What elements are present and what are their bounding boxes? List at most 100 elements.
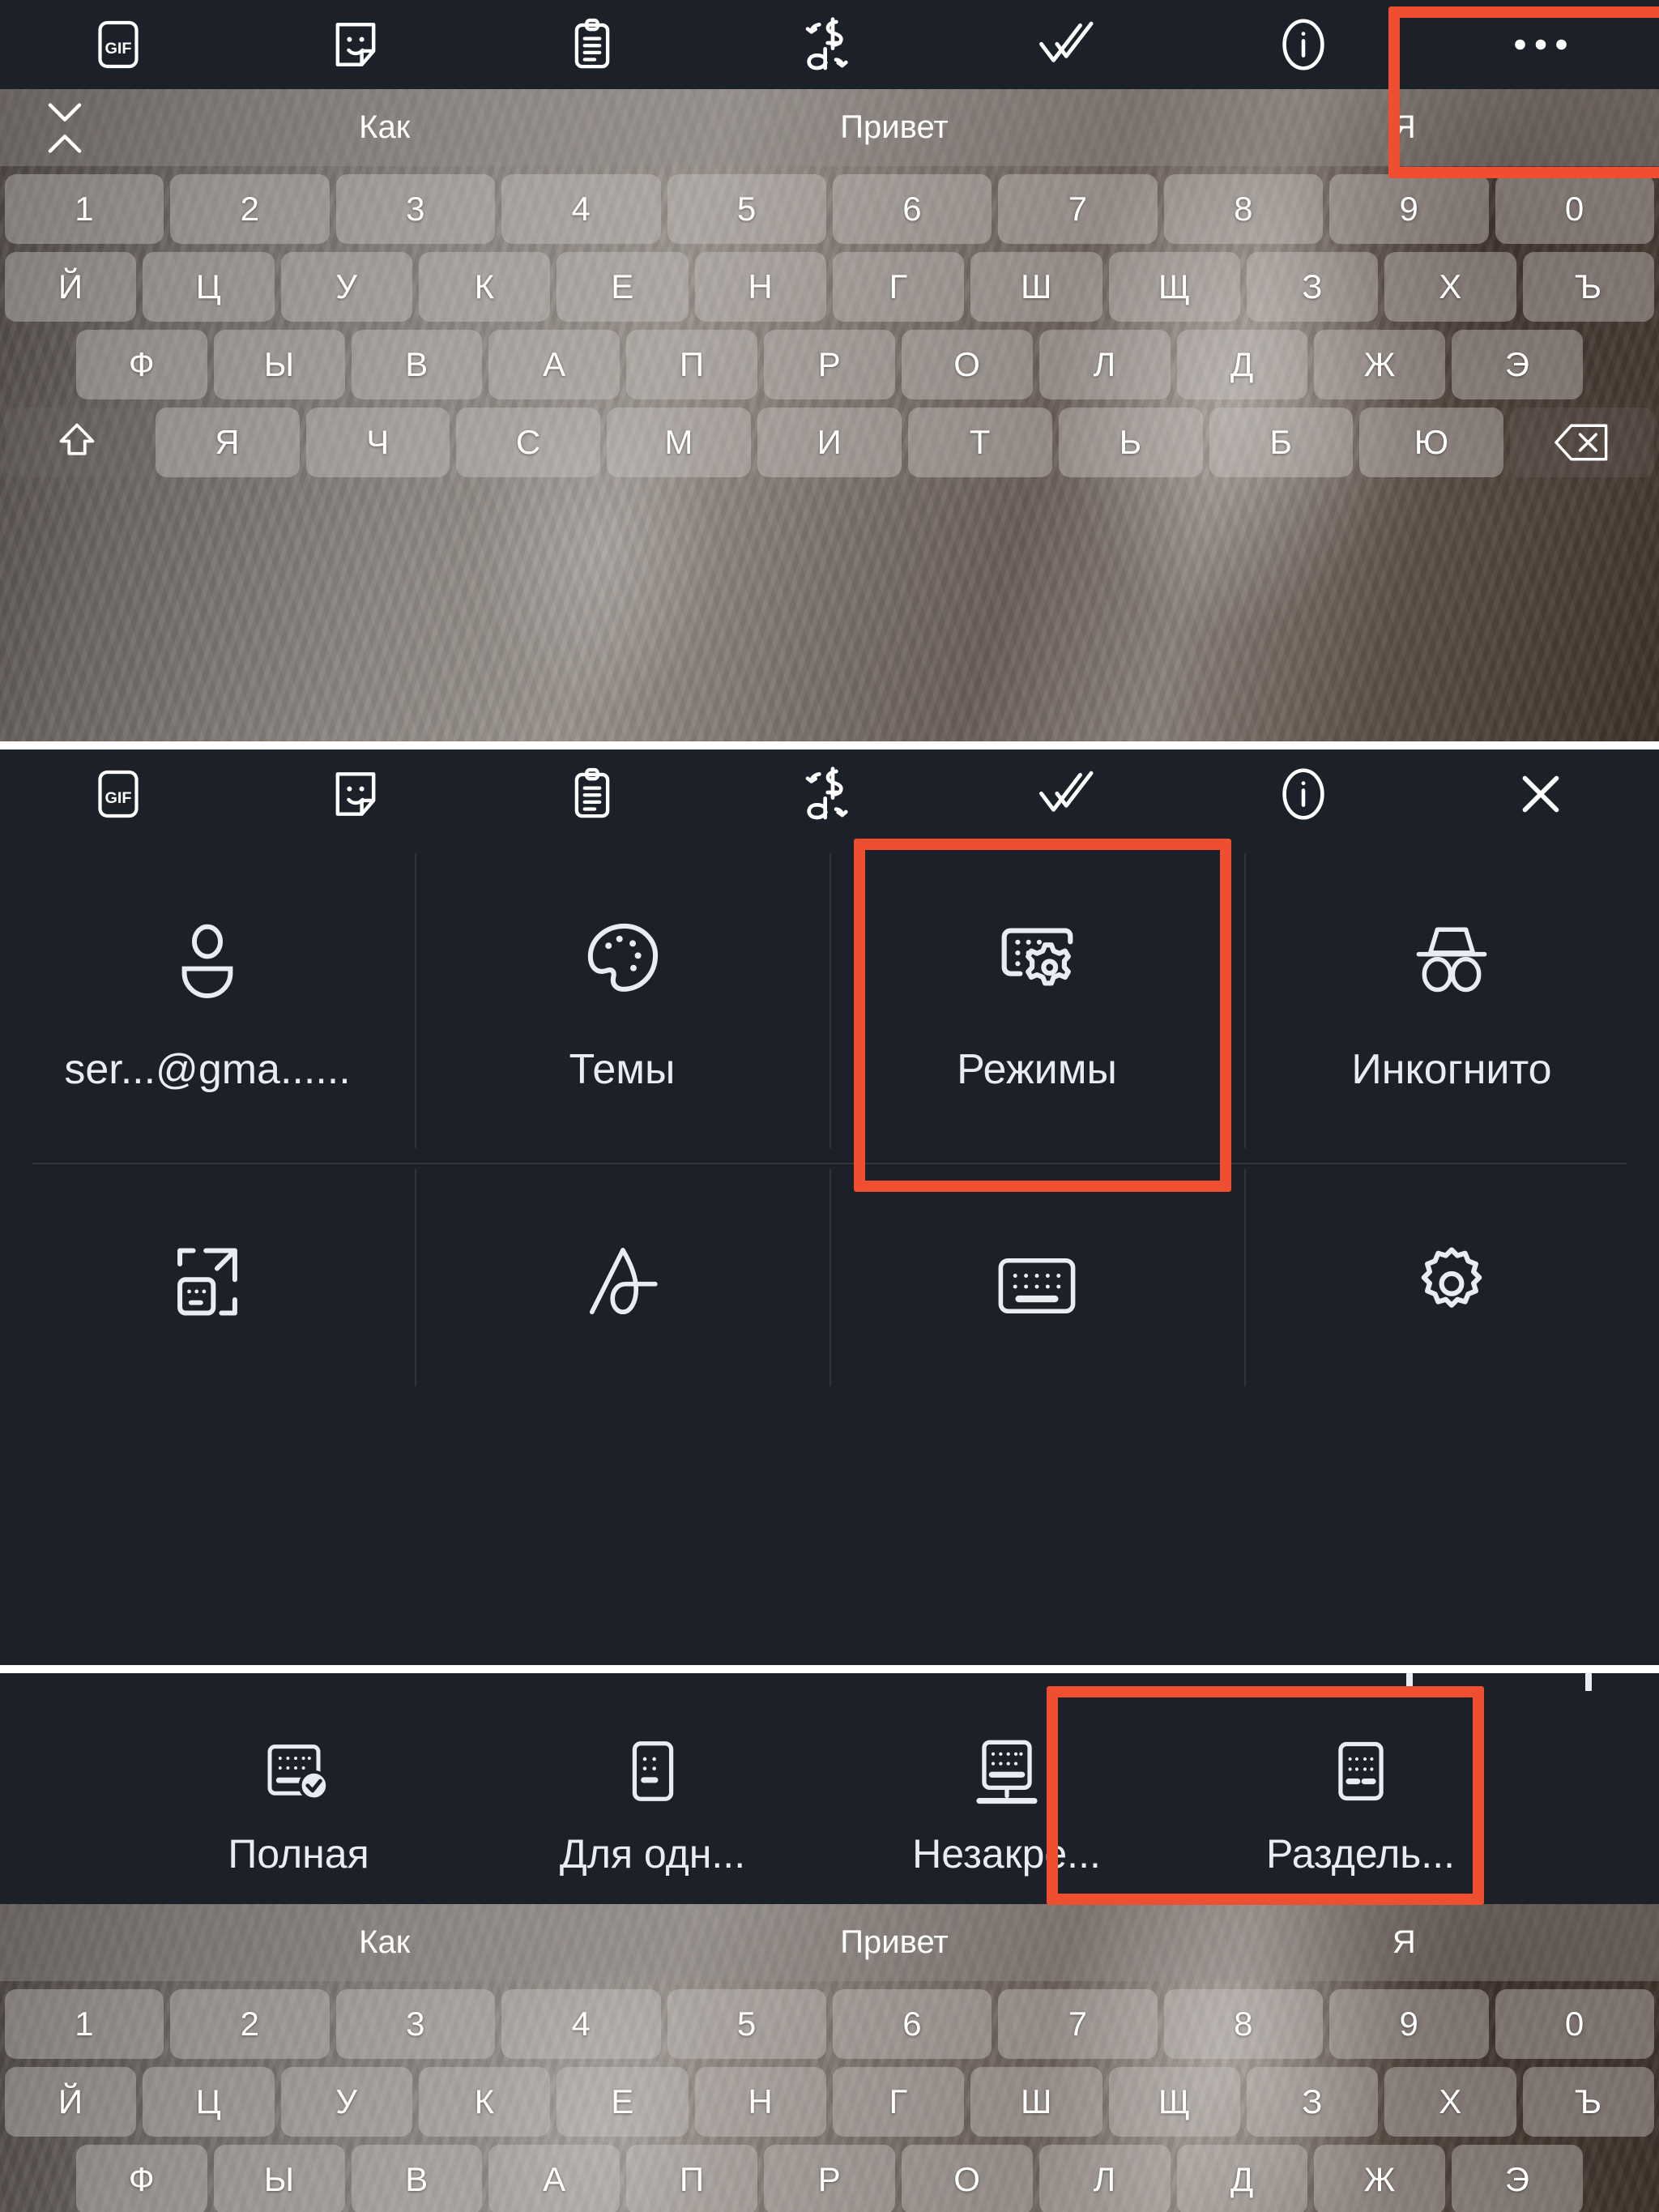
key[interactable]: 3 (335, 1989, 496, 2059)
key[interactable]: И (757, 408, 902, 477)
key[interactable]: В (351, 330, 483, 399)
clipboard-icon[interactable] (474, 0, 711, 89)
key[interactable]: Ы (213, 330, 345, 399)
key[interactable]: Б (1209, 408, 1354, 477)
suggestion-word[interactable]: Как (130, 109, 639, 146)
key[interactable]: Д (1176, 330, 1308, 399)
key[interactable]: О (901, 330, 1033, 399)
key[interactable]: П (626, 2145, 758, 2212)
key[interactable]: П (626, 330, 758, 399)
key[interactable]: Ц (143, 2067, 275, 2137)
key[interactable]: В (351, 2145, 483, 2212)
info-icon[interactable] (1185, 749, 1422, 839)
key[interactable]: Х (1384, 2067, 1516, 2137)
key[interactable]: Г (832, 252, 965, 322)
key[interactable]: Э (1452, 2145, 1583, 2212)
key[interactable]: Г (832, 2067, 965, 2137)
key[interactable]: 3 (335, 174, 496, 244)
key[interactable]: 8 (1163, 1989, 1324, 2059)
menu-item-resize-keyboard[interactable] (0, 1164, 415, 1391)
key[interactable]: Ы (213, 2145, 345, 2212)
menu-item-account[interactable]: ser...@gma...... (0, 839, 415, 1163)
key[interactable]: 1 (5, 1989, 164, 2059)
key[interactable]: 2 (170, 1989, 330, 2059)
suggestion-word[interactable]: Я (1149, 1924, 1659, 1961)
key[interactable]: Н (694, 252, 826, 322)
suggestion-word[interactable]: Привет (639, 1924, 1149, 1961)
key[interactable]: Ъ (1522, 2067, 1654, 2137)
key[interactable]: А (488, 2145, 621, 2212)
key[interactable]: 8 (1163, 174, 1324, 244)
backspace-key[interactable] (1510, 408, 1654, 477)
key[interactable]: 5 (667, 174, 827, 244)
key[interactable]: 4 (501, 174, 661, 244)
suggestion-word[interactable]: Привет (639, 109, 1149, 146)
key[interactable]: Ь (1058, 408, 1203, 477)
key[interactable]: Ф (76, 2145, 207, 2212)
more-menu-button[interactable] (1422, 0, 1659, 89)
sticker-icon[interactable] (237, 749, 475, 839)
check-icon[interactable] (948, 0, 1185, 89)
key[interactable]: Щ (1108, 2067, 1240, 2137)
key[interactable]: 4 (501, 1989, 661, 2059)
key[interactable]: С (456, 408, 601, 477)
gif-icon[interactable]: GIF (0, 0, 237, 89)
key[interactable]: У (280, 2067, 412, 2137)
suggestion-word[interactable]: Я (1149, 109, 1659, 146)
translate-icon[interactable] (711, 0, 949, 89)
key[interactable]: Л (1038, 330, 1171, 399)
clipboard-icon[interactable] (474, 749, 711, 839)
key[interactable]: К (418, 2067, 551, 2137)
key[interactable]: 7 (998, 174, 1158, 244)
key[interactable]: 2 (170, 174, 330, 244)
menu-item-keyboard-layout[interactable] (830, 1164, 1244, 1391)
key[interactable]: Х (1384, 252, 1516, 322)
sticker-icon[interactable] (237, 0, 475, 89)
key[interactable]: 5 (667, 1989, 827, 2059)
key[interactable]: Ю (1359, 408, 1504, 477)
info-icon[interactable] (1185, 0, 1422, 89)
key[interactable]: 1 (5, 174, 164, 244)
key[interactable]: Ш (970, 2067, 1102, 2137)
key[interactable]: Ж (1314, 2145, 1446, 2212)
key[interactable]: 9 (1329, 1989, 1489, 2059)
gif-icon[interactable]: GIF (0, 749, 237, 839)
mode-option-floating[interactable]: Незакре... (830, 1706, 1183, 1904)
translate-icon[interactable] (711, 749, 949, 839)
menu-item-settings[interactable] (1244, 1164, 1659, 1391)
key[interactable]: К (418, 252, 551, 322)
key[interactable]: З (1246, 252, 1379, 322)
key[interactable]: Й (5, 252, 137, 322)
key[interactable]: Й (5, 2067, 137, 2137)
mode-option-split[interactable]: Раздель... (1183, 1706, 1537, 1904)
key[interactable]: Ц (143, 252, 275, 322)
key[interactable]: 6 (833, 174, 992, 244)
key[interactable]: Ф (76, 330, 207, 399)
key[interactable]: О (901, 2145, 1033, 2212)
key[interactable]: Е (557, 252, 689, 322)
key[interactable]: У (280, 252, 412, 322)
key[interactable]: З (1246, 2067, 1379, 2137)
collapse-chevron-icon[interactable] (0, 96, 130, 160)
key[interactable]: Щ (1108, 252, 1240, 322)
key[interactable]: А (488, 330, 621, 399)
key[interactable]: Я (155, 408, 300, 477)
shift-key[interactable] (5, 408, 149, 477)
key[interactable]: 0 (1495, 1989, 1655, 2059)
check-icon[interactable] (948, 749, 1185, 839)
key[interactable]: Э (1452, 330, 1583, 399)
key[interactable]: Ж (1314, 330, 1446, 399)
close-icon[interactable] (1422, 749, 1659, 839)
key[interactable]: 6 (833, 1989, 992, 2059)
suggestion-word[interactable]: Как (130, 1924, 639, 1961)
key[interactable]: Н (694, 2067, 826, 2137)
key[interactable]: 9 (1329, 174, 1489, 244)
key[interactable]: 0 (1495, 174, 1655, 244)
key[interactable]: Е (557, 2067, 689, 2137)
key[interactable]: Ъ (1522, 252, 1654, 322)
mode-option-full[interactable]: Полная (122, 1706, 476, 1904)
key[interactable]: М (607, 408, 752, 477)
key[interactable]: Т (907, 408, 1052, 477)
menu-item-incognito[interactable]: Инкогнито (1244, 839, 1659, 1163)
key[interactable]: Ч (305, 408, 450, 477)
